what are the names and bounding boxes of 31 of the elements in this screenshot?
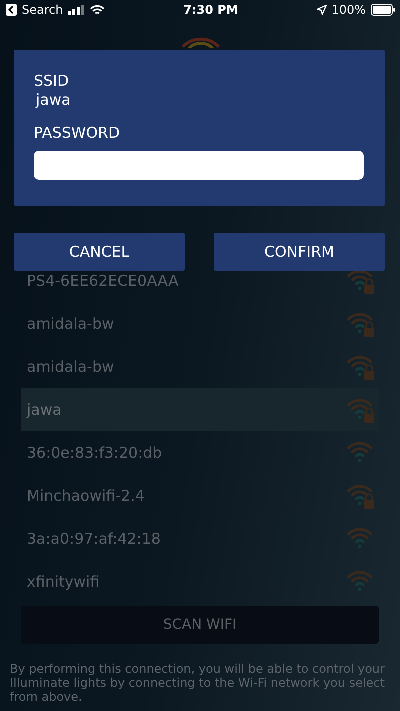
network-name: xfinitywifi	[27, 572, 100, 590]
location-icon	[316, 5, 327, 15]
back-icon[interactable]	[6, 4, 17, 16]
network-name: amidala-bw	[27, 358, 114, 376]
network-row[interactable]: jawa	[21, 388, 379, 431]
dialog-button[interactable]: CONFIRM	[214, 233, 385, 271]
network-name: jawa	[27, 400, 62, 418]
network-name: amidala-bw	[27, 314, 114, 332]
scan-wifi-button[interactable]: SCAN WIFI	[21, 606, 379, 644]
network-row[interactable]: amidala-bw	[21, 302, 379, 345]
password-field[interactable]	[34, 151, 364, 180]
ssid-label: SSID	[34, 72, 70, 90]
network-row[interactable]: amidala-bw	[21, 345, 379, 388]
back-link[interactable]: Search	[22, 3, 64, 17]
battery-icon	[371, 4, 396, 16]
network-row[interactable]: 36:0e:83:f3:20:db	[21, 431, 379, 474]
dialog-button[interactable]: CANCEL	[14, 233, 185, 271]
network-row[interactable]: 3a:a0:97:af:42:18	[21, 517, 379, 560]
network-name: 36:0e:83:f3:20:db	[27, 444, 162, 462]
password-label: PASSWORD	[34, 124, 122, 142]
signal-icon	[68, 5, 86, 15]
ssid-value: jawa	[34, 90, 72, 110]
battery-percent: 100%	[332, 3, 366, 17]
network-row[interactable]: xfinitywifi	[21, 560, 379, 603]
network-name: PS4-6EE62ECE0AAA	[27, 272, 179, 290]
network-row[interactable]: Minchaowifi-2.4	[21, 474, 379, 517]
network-name: 3a:a0:97:af:42:18	[27, 530, 161, 548]
network-name: Minchaowifi-2.4	[27, 486, 145, 504]
clock: 7:30 PM	[184, 3, 238, 17]
wifi-status-icon	[90, 4, 106, 16]
footer-text: By performing this connection, you will be able to control your Illuminate lights by connecting to the Wi-Fi network you select from above.	[10, 662, 386, 704]
